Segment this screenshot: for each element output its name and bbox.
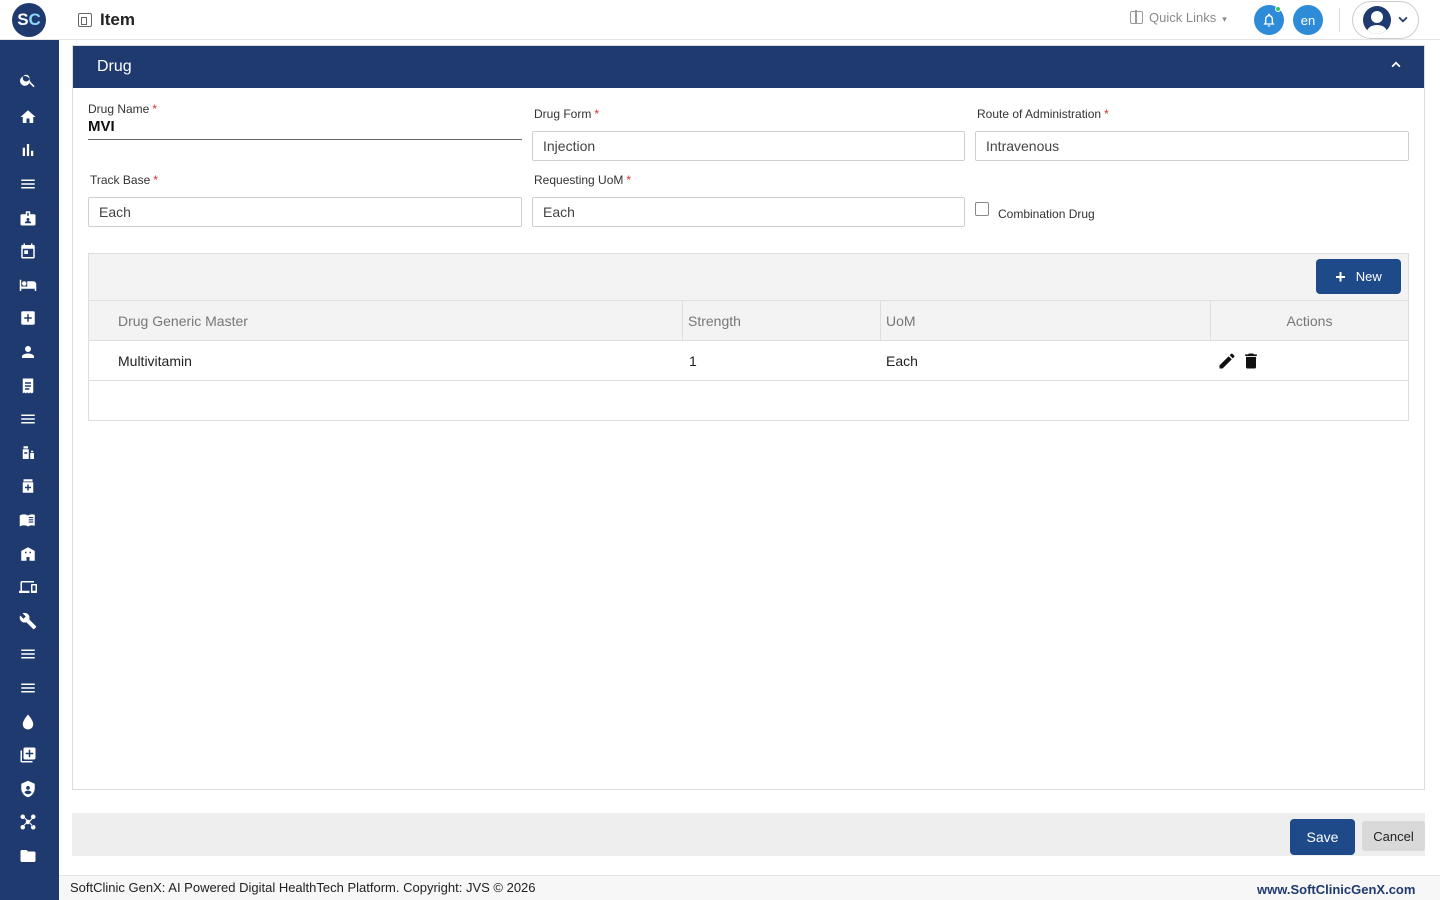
route-field[interactable]: Intravenous: [975, 131, 1409, 161]
cell-actions: [1217, 341, 1261, 381]
language-button[interactable]: en: [1293, 5, 1323, 35]
delete-icon[interactable]: [1241, 351, 1261, 371]
cancel-button[interactable]: Cancel: [1362, 821, 1425, 851]
user-menu[interactable]: [1352, 1, 1419, 39]
avatar: [1363, 6, 1391, 34]
menu-icon[interactable]: [18, 678, 38, 698]
panel-header[interactable]: Drug: [73, 46, 1424, 88]
new-button-label: New: [1355, 269, 1382, 284]
shield-icon[interactable]: [18, 779, 38, 799]
column-divider: [880, 301, 881, 341]
column-header-actions: Actions: [1286, 313, 1333, 329]
page-icon: [78, 13, 92, 27]
combination-drug-checkbox[interactable]: [975, 202, 989, 216]
track-base-label: Track Base *: [90, 173, 158, 187]
add-box-icon[interactable]: [18, 745, 38, 765]
notifications-button[interactable]: [1254, 5, 1284, 35]
edit-icon[interactable]: [1217, 351, 1237, 371]
track-base-field[interactable]: Each: [88, 197, 522, 227]
menu-icon[interactable]: [18, 174, 38, 194]
cell-uom: Each: [886, 353, 918, 369]
route-label: Route of Administration *: [977, 107, 1109, 121]
save-button[interactable]: Save: [1290, 819, 1355, 855]
quick-links-dropdown[interactable]: Quick Links ▾: [1130, 10, 1227, 25]
search-icon[interactable]: [18, 70, 38, 90]
folder-icon[interactable]: [18, 846, 38, 866]
action-bar: [72, 813, 1425, 856]
cell-strength: 1: [689, 353, 697, 369]
id-badge-icon[interactable]: [18, 208, 38, 228]
table-row[interactable]: Multivitamin 1 Each: [89, 341, 1408, 381]
grid-toolbar: + New: [89, 254, 1408, 301]
website-link[interactable]: www.SoftClinicGenX.com: [1257, 882, 1415, 897]
caret-down-icon: ▾: [1222, 13, 1227, 24]
new-button[interactable]: + New: [1316, 259, 1401, 294]
network-icon[interactable]: [18, 812, 38, 832]
bed-icon[interactable]: [18, 275, 38, 295]
notification-dot: [1275, 6, 1281, 12]
chevron-down-icon: [1398, 16, 1408, 23]
person-icon[interactable]: [18, 342, 38, 362]
drug-name-field[interactable]: MVI: [88, 118, 522, 140]
building-icon[interactable]: [18, 544, 38, 564]
page-title: Item: [100, 10, 135, 29]
medication-icon[interactable]: [18, 443, 38, 463]
receipt-icon[interactable]: [18, 376, 38, 396]
home-icon[interactable]: [18, 107, 38, 127]
combination-drug-label: Combination Drug: [998, 207, 1095, 221]
chevron-up-icon[interactable]: [1390, 58, 1402, 70]
bell-icon: [1263, 13, 1275, 27]
requesting-uom-label: Requesting UoM *: [534, 173, 632, 187]
top-bar: SC Item Quick Links ▾ en: [0, 0, 1440, 40]
divider: [1339, 8, 1340, 32]
panel-title: Drug: [97, 58, 132, 75]
sidebar: [0, 40, 59, 900]
medical-plus-icon[interactable]: [18, 308, 38, 328]
grid-header: Drug Generic Master Strength UoM Actions: [89, 301, 1408, 341]
column-header-strength[interactable]: Strength: [688, 301, 741, 341]
menu-icon[interactable]: [18, 644, 38, 664]
calendar-icon[interactable]: [18, 241, 38, 261]
requesting-uom-field[interactable]: Each: [532, 197, 965, 227]
medicine-bottle-icon[interactable]: [18, 476, 38, 496]
menu-icon[interactable]: [18, 409, 38, 429]
drug-form-field[interactable]: Injection: [532, 131, 965, 161]
cell-generic: Multivitamin: [118, 353, 192, 369]
devices-icon[interactable]: [18, 577, 38, 597]
book-icon[interactable]: [18, 510, 38, 530]
app-logo[interactable]: SC: [12, 3, 46, 37]
quick-links-label: Quick Links: [1149, 10, 1217, 25]
bar-chart-icon[interactable]: [18, 140, 38, 160]
gift-icon: [1130, 10, 1143, 24]
drug-generic-grid: + New Drug Generic Master Strength UoM A…: [88, 253, 1409, 421]
column-header-uom[interactable]: UoM: [886, 301, 916, 341]
drug-form-label: Drug Form *: [534, 107, 600, 121]
copyright-text: SoftClinic GenX: AI Powered Digital Heal…: [70, 880, 536, 895]
column-divider: [682, 301, 683, 341]
drug-name-label: Drug Name *: [88, 102, 158, 116]
column-header-generic[interactable]: Drug Generic Master: [118, 301, 248, 341]
drop-icon[interactable]: [18, 712, 38, 732]
wrench-icon[interactable]: [18, 611, 38, 631]
plus-icon: +: [1335, 266, 1346, 287]
